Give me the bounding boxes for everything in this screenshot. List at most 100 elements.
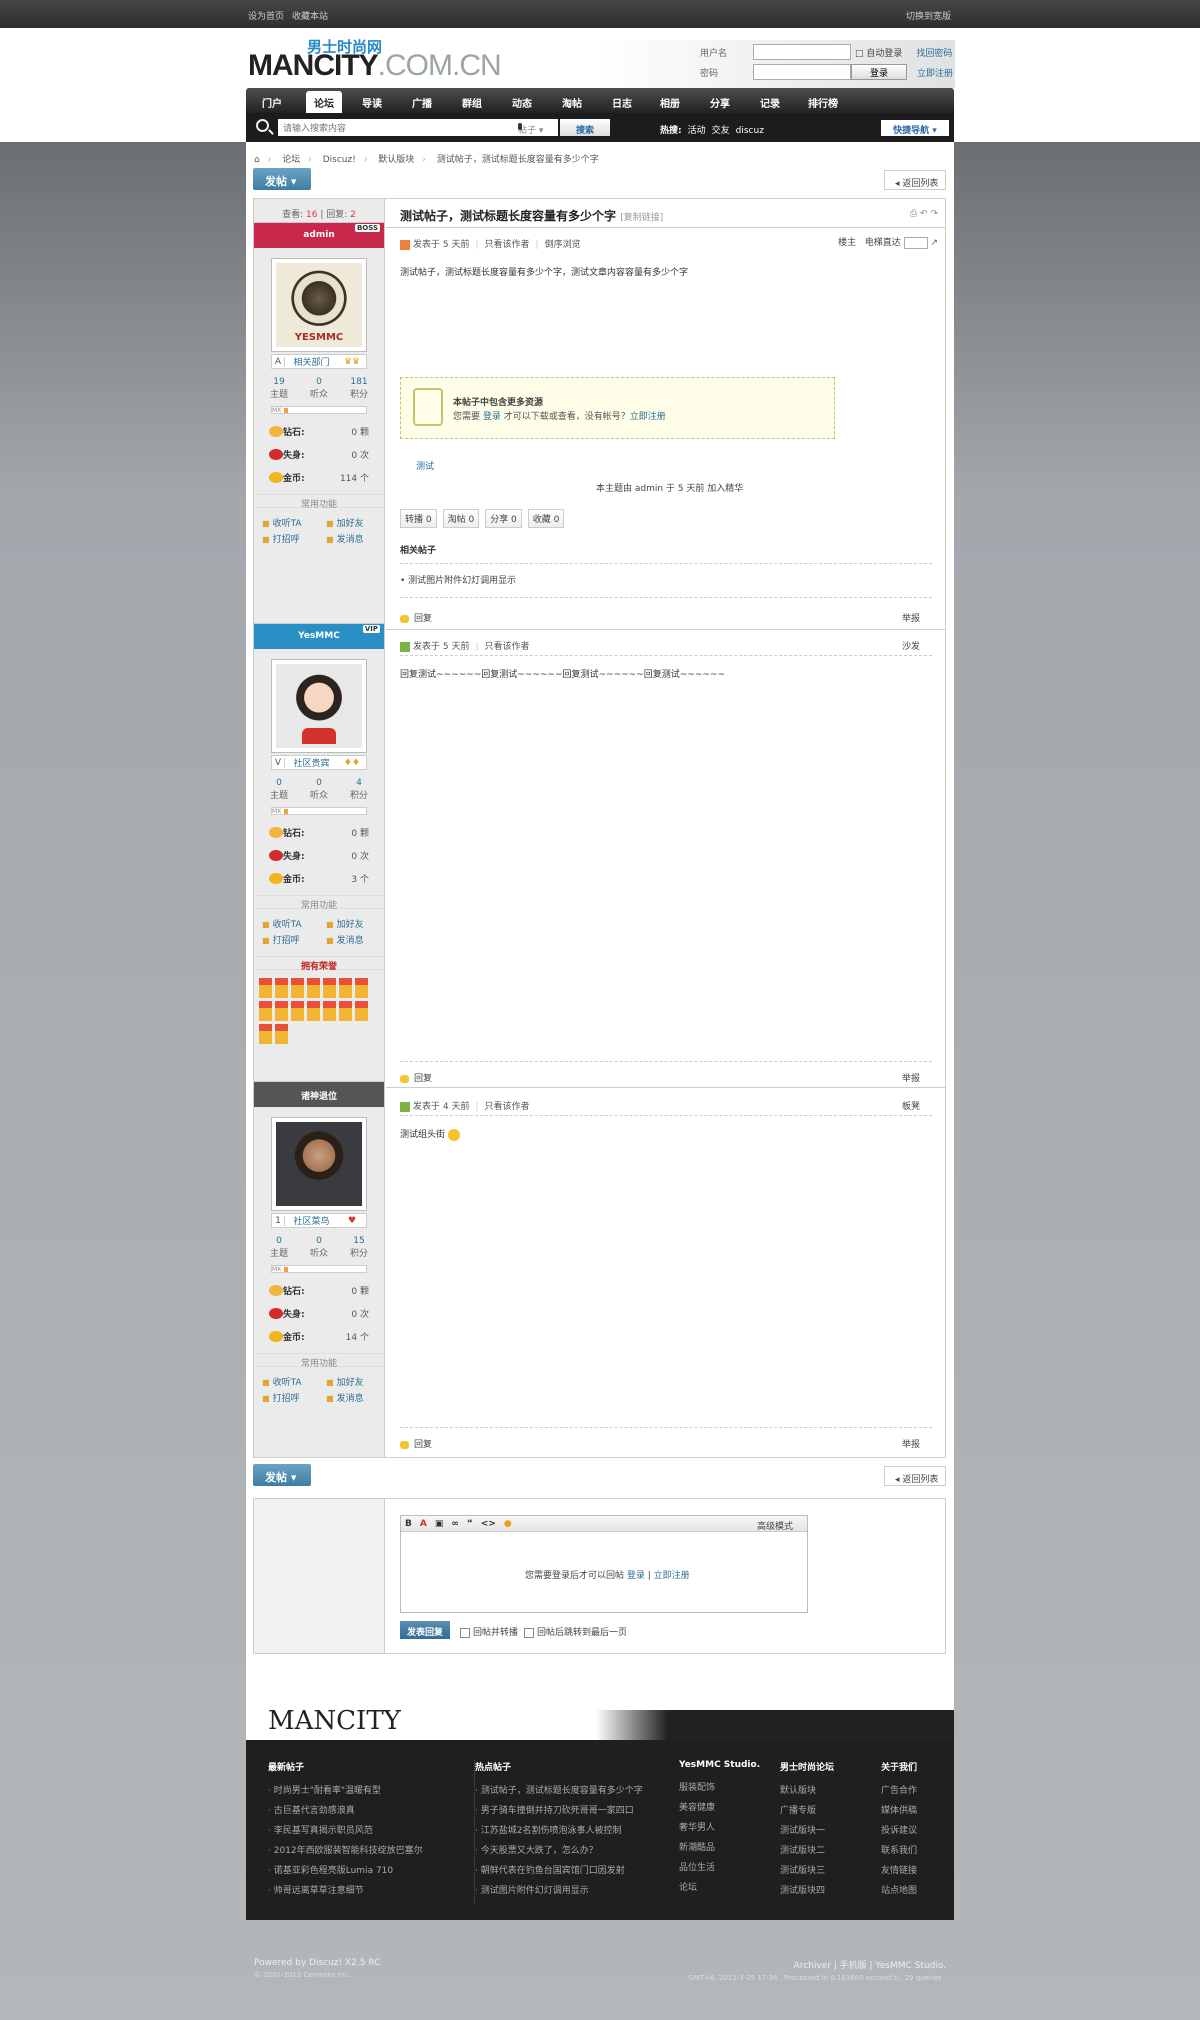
reply-link[interactable]: 回复: [400, 611, 432, 624]
footer-link[interactable]: 时尚男士"耐看率"温暖有型: [268, 1783, 423, 1803]
follow-link[interactable]: 收听TA: [262, 1375, 326, 1388]
only-author-link[interactable]: 只看该作者: [485, 642, 530, 652]
footer-logo[interactable]: MANCITY: [268, 1706, 401, 1736]
back-to-list-button[interactable]: ◂ 返回列表: [884, 1466, 946, 1486]
nav-group[interactable]: 群组: [462, 95, 482, 110]
medal-icon[interactable]: [259, 1001, 272, 1021]
footer-link[interactable]: 测试版块三: [780, 1863, 834, 1883]
jump-last-checkbox[interactable]: 回帖后跳转到最后一页: [524, 1625, 627, 1638]
hot-item[interactable]: 交友: [712, 126, 730, 136]
image-icon[interactable]: ▣: [435, 1519, 444, 1529]
prev-thread-icon[interactable]: ↶: [920, 209, 928, 219]
print-icon[interactable]: ⎙: [910, 209, 917, 219]
nav-blog[interactable]: 日志: [612, 95, 632, 110]
quick-nav-button[interactable]: 快捷导航 ▾: [881, 120, 949, 136]
switch-width-link[interactable]: 切换到宽版: [906, 9, 951, 22]
listeners-count[interactable]: 0: [299, 377, 339, 387]
rank-name[interactable]: 社区贵宾: [285, 756, 338, 769]
quote-icon[interactable]: “: [467, 1519, 473, 1529]
medal-icon[interactable]: [275, 978, 288, 998]
logo[interactable]: MANCITY.COM.CN: [248, 49, 502, 83]
medal-icon[interactable]: [275, 1024, 288, 1044]
submit-reply-button[interactable]: 发表回复: [400, 1621, 450, 1639]
medal-icon[interactable]: [323, 978, 336, 998]
footer-link[interactable]: 广告合作: [881, 1783, 917, 1803]
locked-register-link[interactable]: 立即注册: [630, 412, 666, 422]
nav-collection[interactable]: 淘帖: [562, 95, 582, 110]
avatar[interactable]: [271, 1117, 367, 1211]
listeners-count[interactable]: 0: [299, 1236, 339, 1246]
footer-link[interactable]: 江苏盐城2名割伤喷泡泳事人被控制: [475, 1823, 643, 1843]
footer-link[interactable]: 测试帖子，测试标题长度容量有多少个字: [475, 1783, 643, 1803]
greet-link[interactable]: 打招呼: [262, 1391, 326, 1404]
medal-icon[interactable]: [259, 1024, 272, 1044]
editor-register-link[interactable]: 立即注册: [654, 1571, 690, 1581]
footer-link[interactable]: 服装配饰: [679, 1780, 760, 1800]
footer-link[interactable]: 2012年西欧服装智能科技绽放巴塞尔: [268, 1843, 423, 1863]
next-thread-icon[interactable]: ↷: [930, 209, 938, 219]
post-tag[interactable]: 测试: [416, 459, 434, 472]
nav-guide[interactable]: 导读: [362, 95, 382, 110]
repost-button[interactable]: 转播 0: [400, 509, 437, 528]
medal-icon[interactable]: [323, 1001, 336, 1021]
follow-link[interactable]: 收听TA: [262, 917, 326, 930]
medal-icon[interactable]: [307, 978, 320, 998]
report-link[interactable]: 举报: [902, 1437, 920, 1450]
listeners-count[interactable]: 0: [299, 778, 339, 788]
hot-item[interactable]: 活动: [688, 126, 706, 136]
topics-count[interactable]: 0: [259, 1236, 299, 1246]
collect-button[interactable]: 淘帖 0: [442, 509, 480, 528]
breadcrumb-board[interactable]: 默认版块: [378, 155, 414, 165]
add-friend-link[interactable]: 加好友: [326, 516, 376, 529]
medal-icon[interactable]: [355, 1001, 368, 1021]
bold-icon[interactable]: B: [405, 1519, 412, 1529]
footer-link[interactable]: 品位生活: [679, 1860, 760, 1880]
report-link[interactable]: 举报: [902, 611, 920, 624]
medal-icon[interactable]: [275, 1001, 288, 1021]
breadcrumb-forum[interactable]: 论坛: [282, 155, 300, 165]
medal-icon[interactable]: [339, 1001, 352, 1021]
medal-icon[interactable]: [259, 978, 272, 998]
footer-link[interactable]: 奢华男人: [679, 1820, 760, 1840]
nav-ranking[interactable]: 排行榜: [808, 95, 838, 110]
credits-count[interactable]: 4: [339, 778, 379, 788]
report-link[interactable]: 举报: [902, 1071, 920, 1084]
footer-link[interactable]: 朝鲜代表在钓鱼台国宾馆门口因发射: [475, 1863, 643, 1883]
footer-link[interactable]: 美容健康: [679, 1800, 760, 1820]
copy-link[interactable]: [复制链接]: [620, 213, 663, 223]
footer-link[interactable]: 友情链接: [881, 1863, 917, 1883]
author-name[interactable]: 诸神退位: [301, 1092, 337, 1102]
nav-portal[interactable]: 门户: [262, 95, 282, 110]
reply-link[interactable]: 回复: [400, 1071, 432, 1084]
medal-icon[interactable]: [355, 978, 368, 998]
greet-link[interactable]: 打招呼: [262, 532, 326, 545]
favorite-link[interactable]: 收藏本站: [292, 12, 328, 22]
footer-link[interactable]: 测试版块一: [780, 1823, 834, 1843]
footer-link[interactable]: 古巨基代言劲感浪真: [268, 1803, 423, 1823]
footer-link[interactable]: 投诉建议: [881, 1823, 917, 1843]
username-input[interactable]: [753, 44, 851, 60]
send-message-link[interactable]: 发消息: [326, 1391, 376, 1404]
medal-icon[interactable]: [339, 978, 352, 998]
footer-link[interactable]: 联系我们: [881, 1843, 917, 1863]
code-icon[interactable]: <>: [481, 1519, 496, 1529]
locked-login-link[interactable]: 登录: [483, 412, 501, 422]
footer-link[interactable]: 测试版块四: [780, 1883, 834, 1903]
footer-link[interactable]: 论坛: [679, 1880, 760, 1900]
rank-name[interactable]: 社区菜鸟: [285, 1214, 338, 1227]
home-icon[interactable]: ⌂: [254, 155, 260, 165]
auto-login-checkbox[interactable]: □ 自动登录: [855, 46, 902, 59]
nav-feed[interactable]: 动态: [512, 95, 532, 110]
nav-album[interactable]: 相册: [660, 95, 680, 110]
footer-link[interactable]: 媒体供稿: [881, 1803, 917, 1823]
font-color-icon[interactable]: A: [420, 1519, 427, 1529]
follow-link[interactable]: 收听TA: [262, 516, 326, 529]
find-password-link[interactable]: 找回密码: [916, 46, 952, 59]
emoji-icon[interactable]: ●: [504, 1519, 512, 1529]
advanced-mode-link[interactable]: 高级模式: [757, 1519, 793, 1532]
footer-link[interactable]: 新潮酷品: [679, 1840, 760, 1860]
footer-link[interactable]: 李民基写真揭示职员风范: [268, 1823, 423, 1843]
footer-link[interactable]: 帅哥远离草草注意细节: [268, 1883, 423, 1903]
only-author-link[interactable]: 只看该作者: [485, 1102, 530, 1112]
back-to-list-button[interactable]: ◂ 返回列表: [884, 170, 946, 190]
